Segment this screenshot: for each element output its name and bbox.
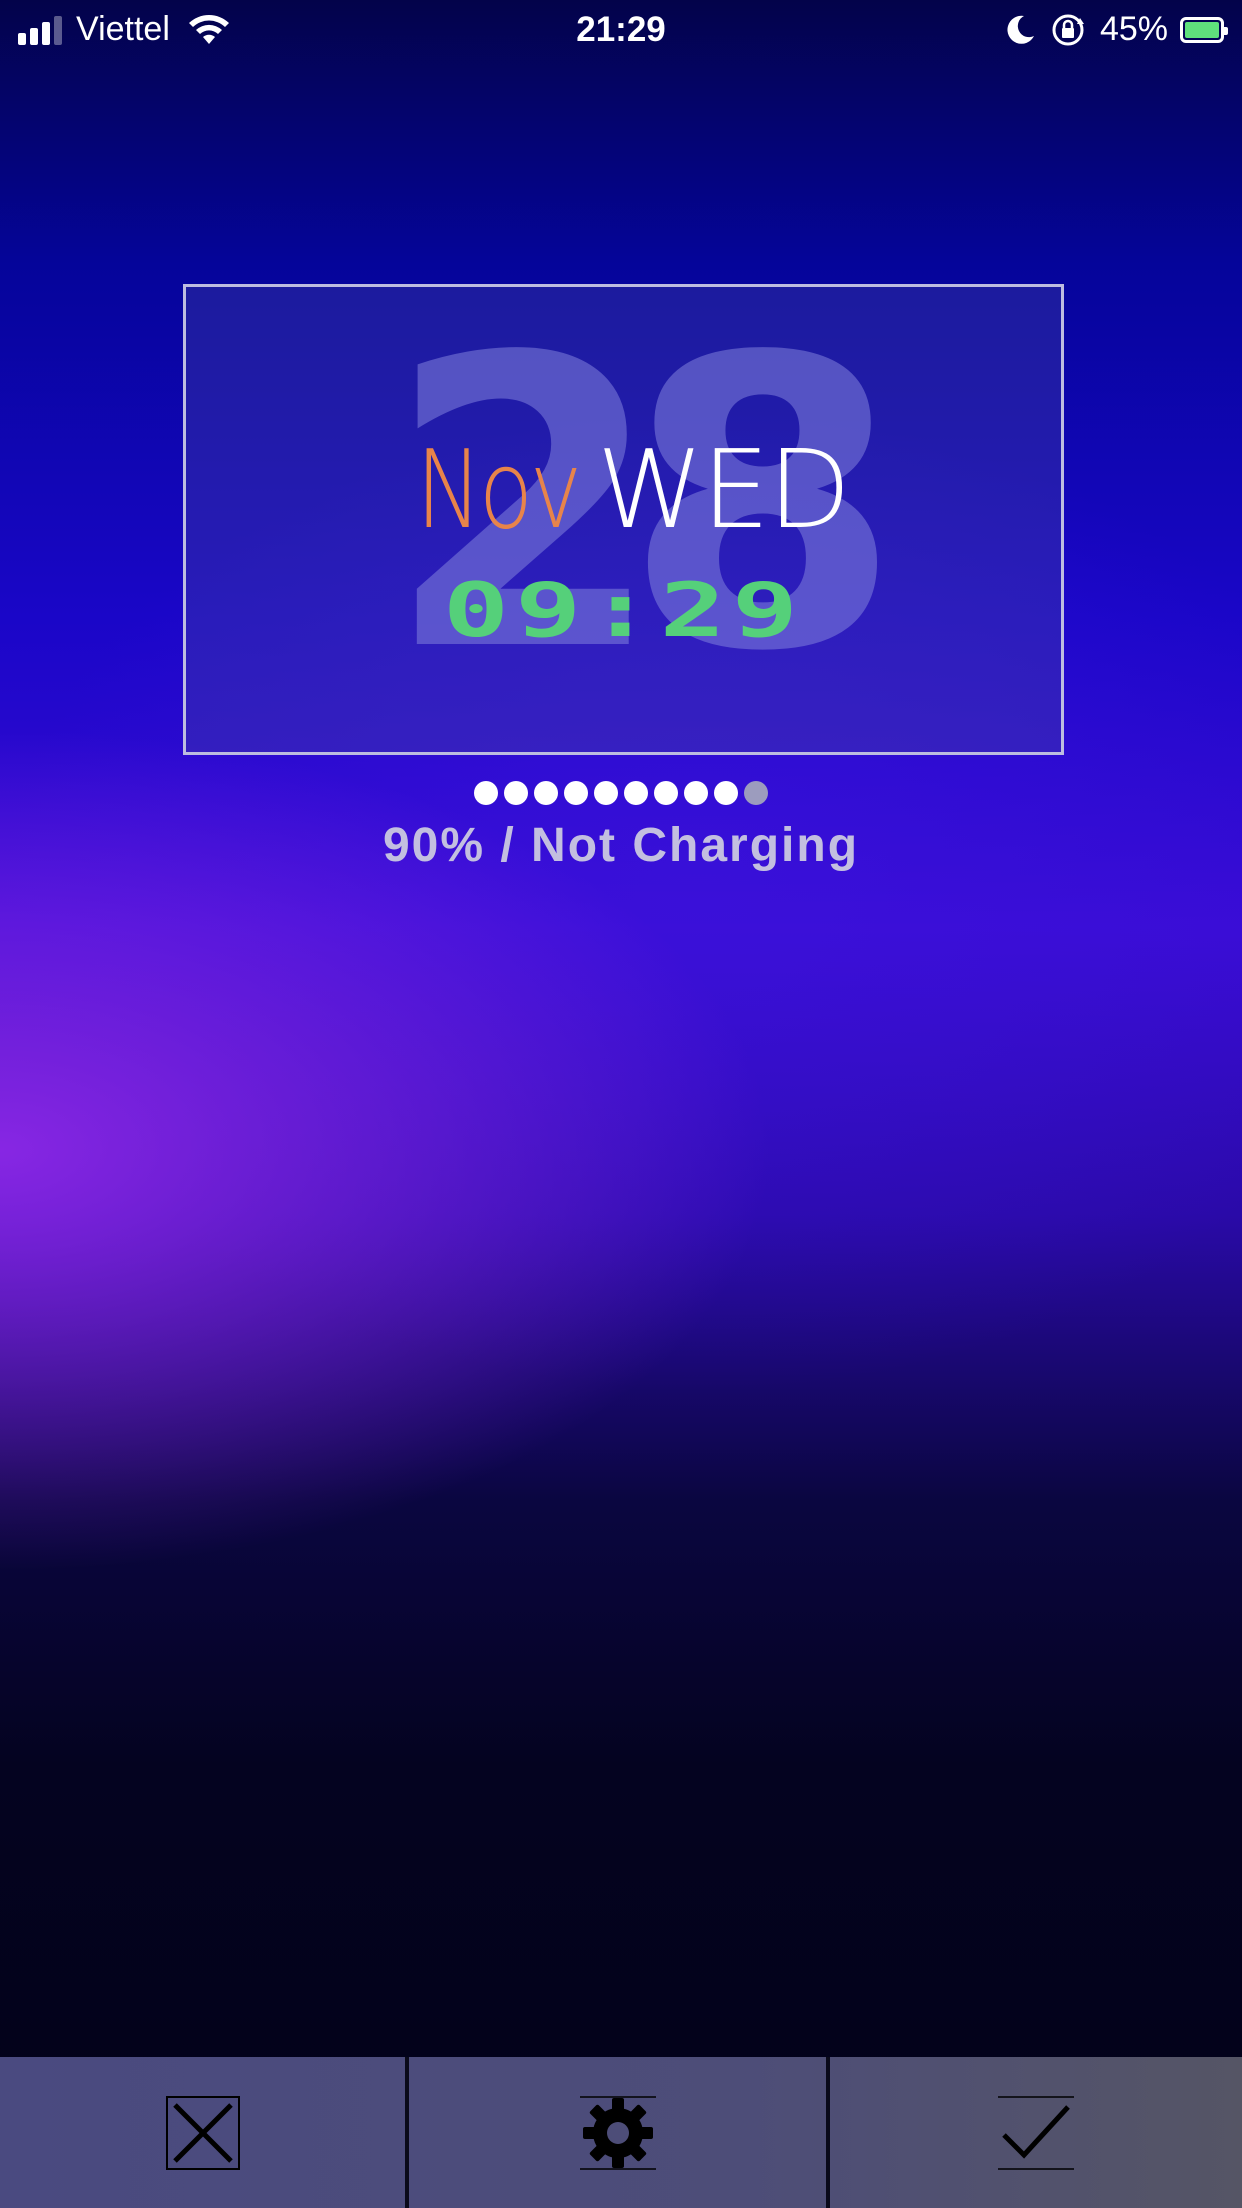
cancel-button[interactable] xyxy=(0,2057,409,2208)
status-right: 45% xyxy=(1006,10,1228,49)
clock-widget[interactable]: 28 Nov WED 09:29 xyxy=(183,284,1064,755)
checkmark-icon xyxy=(998,2095,1074,2170)
bottom-toolbar xyxy=(0,2057,1242,2208)
battery-dot-filled xyxy=(654,781,678,805)
widget-time: 09:29 xyxy=(442,566,805,654)
gear-icon xyxy=(579,2095,656,2170)
rotation-lock-icon xyxy=(1052,14,1084,45)
battery-dot-filled xyxy=(474,781,498,805)
battery-fill xyxy=(1185,21,1219,38)
battery-dot-filled xyxy=(534,781,558,805)
battery-dot-filled xyxy=(714,781,738,805)
battery-dot-empty xyxy=(744,781,768,805)
battery-dot-filled xyxy=(504,781,528,805)
settings-button[interactable] xyxy=(409,2057,830,2208)
battery-dot-filled xyxy=(624,781,648,805)
battery-dot-filled xyxy=(564,781,588,805)
weekday-label: WED xyxy=(596,428,851,553)
month-weekday-line: Nov WED xyxy=(186,437,1061,545)
month-label: Nov xyxy=(415,428,582,553)
battery-dots xyxy=(0,781,1242,805)
confirm-button[interactable] xyxy=(830,2057,1242,2208)
close-icon xyxy=(165,2095,240,2170)
battery-status-text: 90% / Not Charging xyxy=(382,819,860,872)
battery-dot-filled xyxy=(594,781,618,805)
battery-dot-filled xyxy=(684,781,708,805)
moon-icon xyxy=(1007,15,1034,44)
status-bar: Viettel 21:29 45% xyxy=(0,0,1242,62)
battery-icon xyxy=(1180,16,1228,43)
battery-percent: 45% xyxy=(1099,10,1168,48)
